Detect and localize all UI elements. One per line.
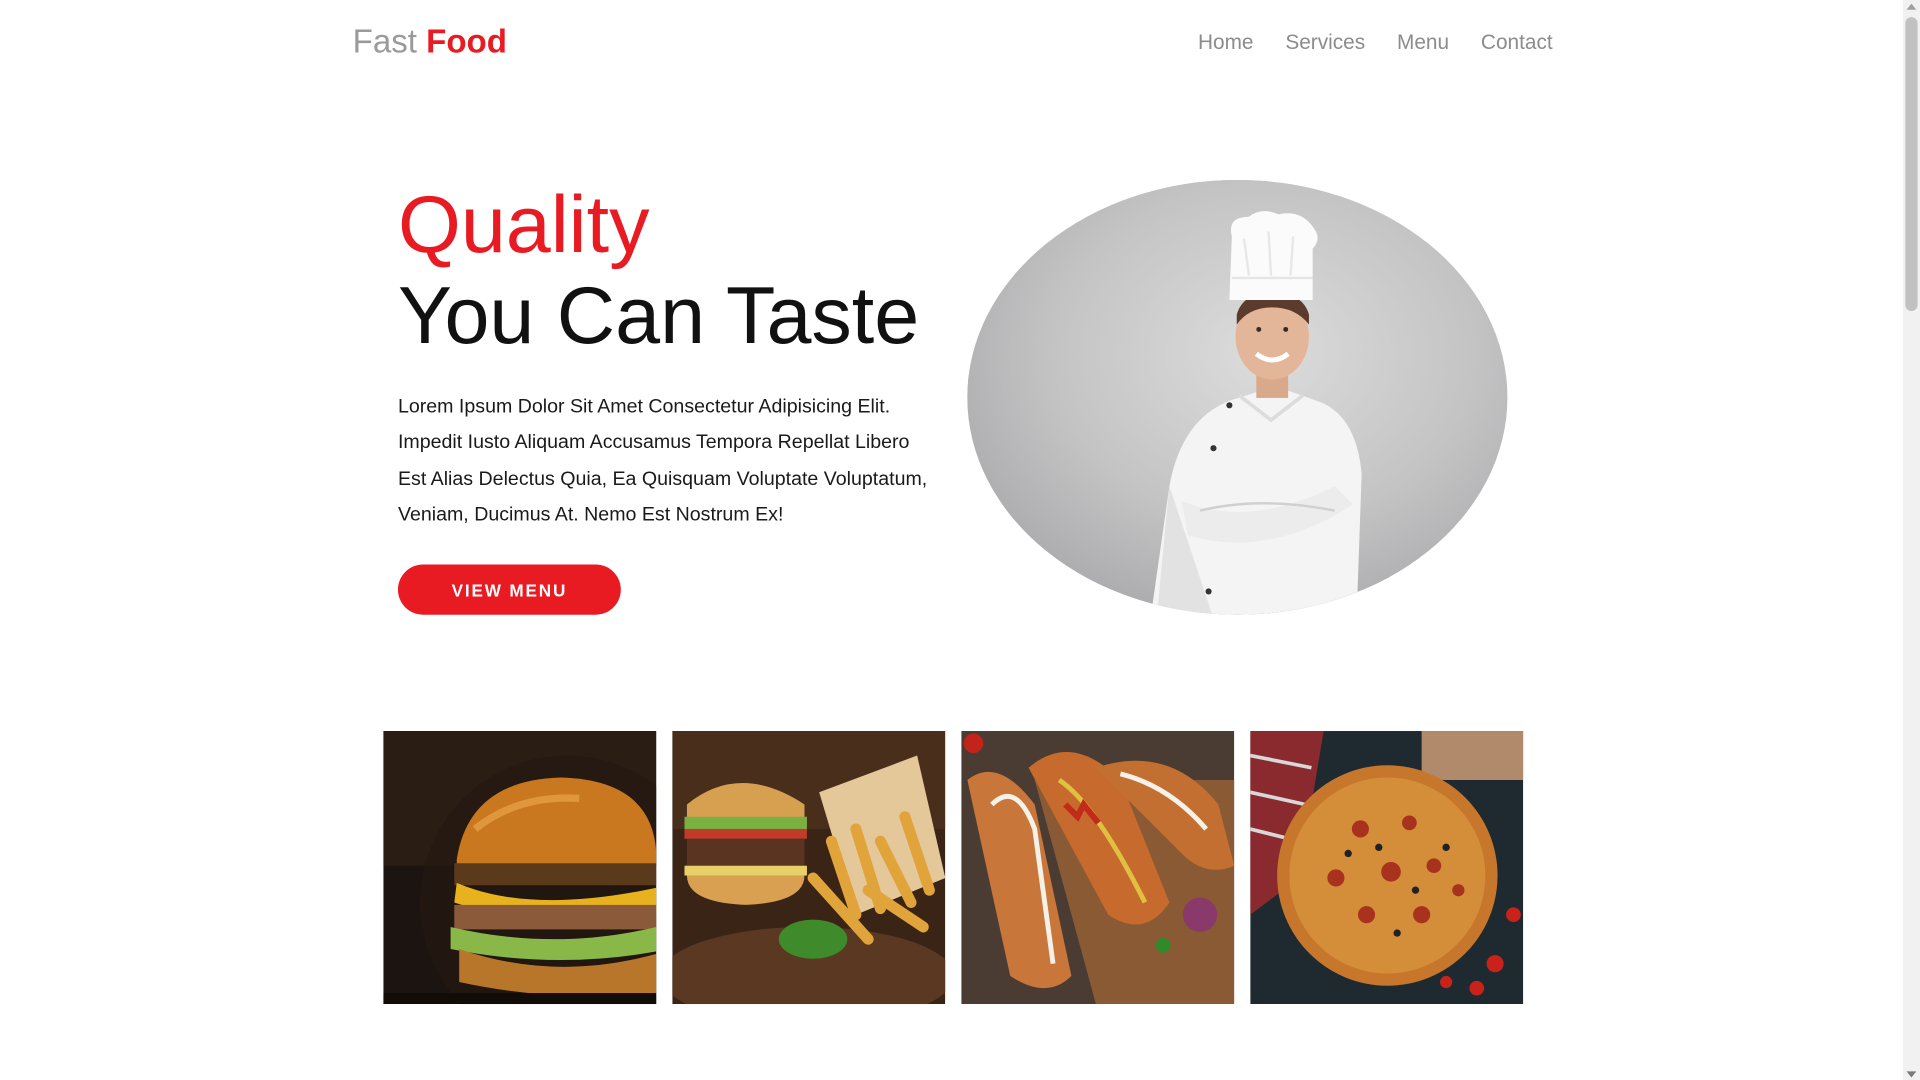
view-menu-button[interactable]: VIEW MENU: [397, 564, 621, 615]
nav-item-home: Home: [1198, 29, 1254, 56]
burger-photo: [383, 731, 657, 1005]
nav-item-contact: Contact: [1481, 29, 1553, 56]
nav-item-services: Services: [1285, 29, 1365, 56]
scroll-up-icon[interactable]: [1906, 3, 1917, 10]
hero-title-main: You Can Taste: [397, 269, 920, 361]
scroll-down-icon[interactable]: [1906, 1071, 1917, 1078]
nav-link-services[interactable]: Services: [1285, 31, 1365, 54]
page-scrollbar[interactable]: [1902, 0, 1920, 1080]
scrollbar-thumb[interactable]: [1905, 17, 1918, 312]
pizza-photo: [1250, 731, 1524, 1005]
hot-dogs-photo: [961, 731, 1235, 1005]
nav-item-menu: Menu: [1397, 29, 1449, 56]
hero-title-accent: Quality: [397, 178, 650, 270]
nav-link-contact[interactable]: Contact: [1481, 31, 1553, 54]
nav-link-home[interactable]: Home: [1198, 31, 1254, 54]
logo-text-light: Fast: [352, 23, 417, 61]
burger-fries-photo: [672, 731, 946, 1005]
chef-illustration: [967, 180, 1508, 615]
page: Fast Food Home Services Menu Contact Qua…: [0, 0, 1920, 1080]
logo-text-bold: Food: [426, 23, 507, 61]
chef-image: [967, 180, 1508, 615]
nav-link-menu[interactable]: Menu: [1397, 31, 1449, 54]
hero-description: Lorem Ipsum Dolor Sit Amet Consectetur A…: [397, 396, 928, 526]
hero-title: Quality You Can Taste: [398, 179, 919, 360]
main-nav: Home Services Menu Contact: [1198, 29, 1553, 56]
logo[interactable]: Fast Food: [353, 22, 507, 61]
